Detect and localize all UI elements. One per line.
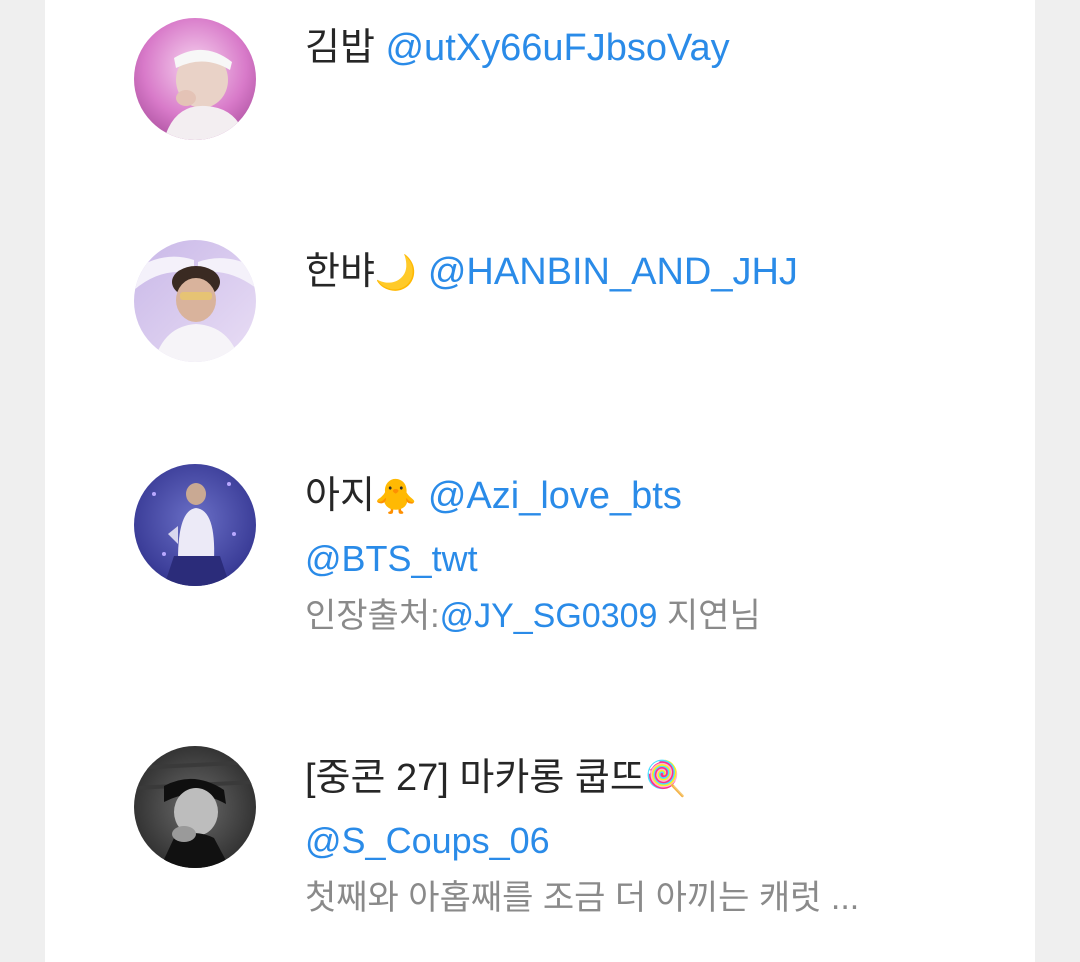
display-name: 아지: [305, 475, 375, 517]
bio-mention-link[interactable]: @JY_SG0309: [440, 597, 658, 635]
avatar[interactable]: [134, 746, 256, 868]
user-handle-link[interactable]: @Azi_love_bts: [428, 475, 682, 517]
user-handle-link[interactable]: @utXy66uFJbsoVay: [385, 27, 729, 69]
lollipop-emoji-icon: 🍭: [644, 759, 688, 799]
bio-prefix: 인장출처:: [305, 597, 440, 635]
avatar[interactable]: [134, 18, 256, 140]
bio-suffix: 지연님: [657, 597, 761, 635]
user-list-card: 김밥 @utXy66uFJbsoVay 한뱌🌙 @HANBIN_AND_JHJ …: [45, 0, 1035, 962]
display-name: [중콘 27] 마카롱 쿱뜨: [305, 757, 645, 799]
bio-text: 첫째와 아홉째를 조금 더 아끼는 캐럿 ...: [305, 879, 860, 917]
bio-mention-link[interactable]: @BTS_twt: [305, 535, 995, 583]
bio-text: 인장출처:@JY_SG0309 지연님: [305, 593, 995, 639]
moon-emoji-icon: 🌙: [374, 253, 418, 293]
chick-emoji-icon: 🐥: [374, 477, 418, 517]
display-name: 김밥: [305, 27, 375, 69]
avatar[interactable]: [134, 240, 256, 362]
display-name: 한뱌: [305, 251, 375, 293]
user-handle-link[interactable]: @S_Coups_06: [305, 817, 995, 865]
avatar[interactable]: [134, 464, 256, 586]
user-handle-link[interactable]: @HANBIN_AND_JHJ: [428, 251, 798, 293]
